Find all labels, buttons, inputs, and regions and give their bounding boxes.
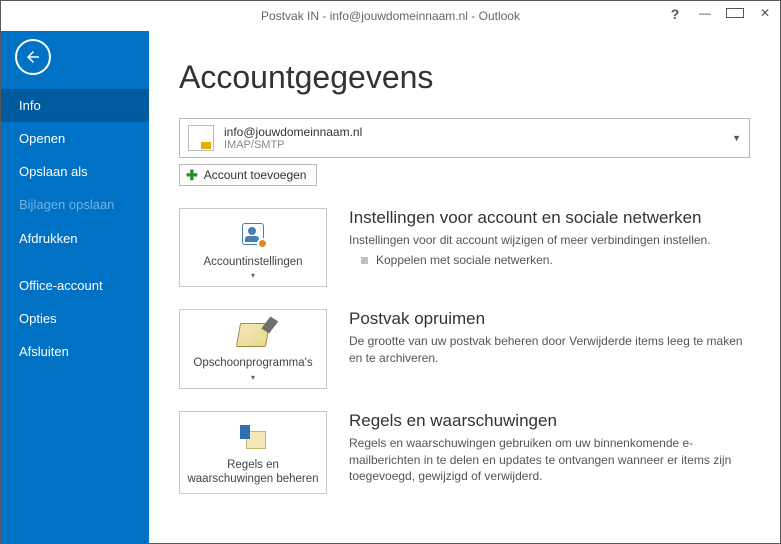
sidebar-item-print[interactable]: Afdrukken	[1, 222, 149, 255]
account-text: info@jouwdomeinnaam.nl IMAP/SMTP	[224, 125, 362, 151]
sidebar-item-save-attachments: Bijlagen opslaan	[1, 188, 149, 222]
sidebar-item-office-account[interactable]: Office-account	[1, 269, 149, 302]
account-selector[interactable]: info@jouwdomeinnaam.nl IMAP/SMTP ▼	[179, 118, 750, 158]
account-email: info@jouwdomeinnaam.nl	[224, 125, 362, 139]
plus-icon: ✚	[186, 168, 198, 182]
tile-rules-label: Regels en waarschuwingen beheren	[186, 458, 320, 487]
tile-cleanup-label: Opschoonprogramma's	[193, 356, 312, 370]
section-cleanup-desc: De grootte van uw postvak beheren door V…	[349, 333, 750, 367]
section-settings-title: Instellingen voor account en sociale net…	[349, 208, 750, 228]
window-title: Postvak IN - info@jouwdomeinnaam.nl - Ou…	[261, 9, 520, 23]
social-networks-link[interactable]: Koppelen met sociale netwerken.	[349, 253, 750, 267]
content-area: Accountgegevens info@jouwdomeinnaam.nl I…	[149, 31, 780, 543]
sidebar-item-save-as[interactable]: Opslaan als	[1, 155, 149, 188]
sidebar-item-options[interactable]: Opties	[1, 302, 149, 335]
cleanup-icon	[235, 320, 271, 350]
page-title: Accountgegevens	[179, 59, 750, 96]
close-button[interactable]: ✕	[756, 6, 774, 22]
tile-cleanup[interactable]: Opschoonprogramma's ▾	[179, 309, 327, 388]
section-rules: Regels en waarschuwingen beheren Regels …	[179, 411, 750, 494]
chevron-down-icon: ▾	[251, 373, 255, 382]
section-rules-desc: Regels en waarschuwingen gebruiken om uw…	[349, 435, 750, 485]
rules-icon	[235, 422, 271, 452]
restore-icon	[726, 8, 744, 18]
social-networks-label: Koppelen met sociale netwerken.	[376, 253, 553, 267]
add-account-button[interactable]: ✚ Account toevoegen	[179, 164, 317, 186]
back-button[interactable]	[15, 39, 51, 75]
sidebar-item-exit[interactable]: Afsluiten	[1, 335, 149, 368]
add-account-label: Account toevoegen	[204, 168, 307, 182]
back-arrow-icon	[24, 48, 42, 66]
sidebar-item-info[interactable]: Info	[1, 89, 149, 122]
chevron-down-icon: ▼	[732, 133, 741, 143]
section-account-settings: Accountinstellingen ▾ Instellingen voor …	[179, 208, 750, 287]
account-icon	[188, 125, 214, 151]
minimize-button[interactable]: —	[696, 6, 714, 22]
account-protocol: IMAP/SMTP	[224, 139, 362, 151]
tile-account-settings[interactable]: Accountinstellingen ▾	[179, 208, 327, 287]
restore-button[interactable]	[726, 6, 744, 22]
help-button[interactable]: ?	[666, 6, 684, 22]
section-cleanup: Opschoonprogramma's ▾ Postvak opruimen D…	[179, 309, 750, 388]
sidebar-item-open[interactable]: Openen	[1, 122, 149, 155]
titlebar: Postvak IN - info@jouwdomeinnaam.nl - Ou…	[1, 1, 780, 31]
section-cleanup-title: Postvak opruimen	[349, 309, 750, 329]
chevron-down-icon: ▾	[251, 271, 255, 280]
backstage-sidebar: Info Openen Opslaan als Bijlagen opslaan…	[1, 31, 149, 543]
account-settings-icon	[235, 219, 271, 249]
section-rules-title: Regels en waarschuwingen	[349, 411, 750, 431]
bullet-icon	[361, 257, 368, 264]
tile-rules[interactable]: Regels en waarschuwingen beheren	[179, 411, 327, 494]
tile-account-settings-label: Accountinstellingen	[203, 255, 302, 269]
window-controls: ? — ✕	[666, 6, 774, 22]
section-settings-desc: Instellingen voor dit account wijzigen o…	[349, 232, 750, 249]
